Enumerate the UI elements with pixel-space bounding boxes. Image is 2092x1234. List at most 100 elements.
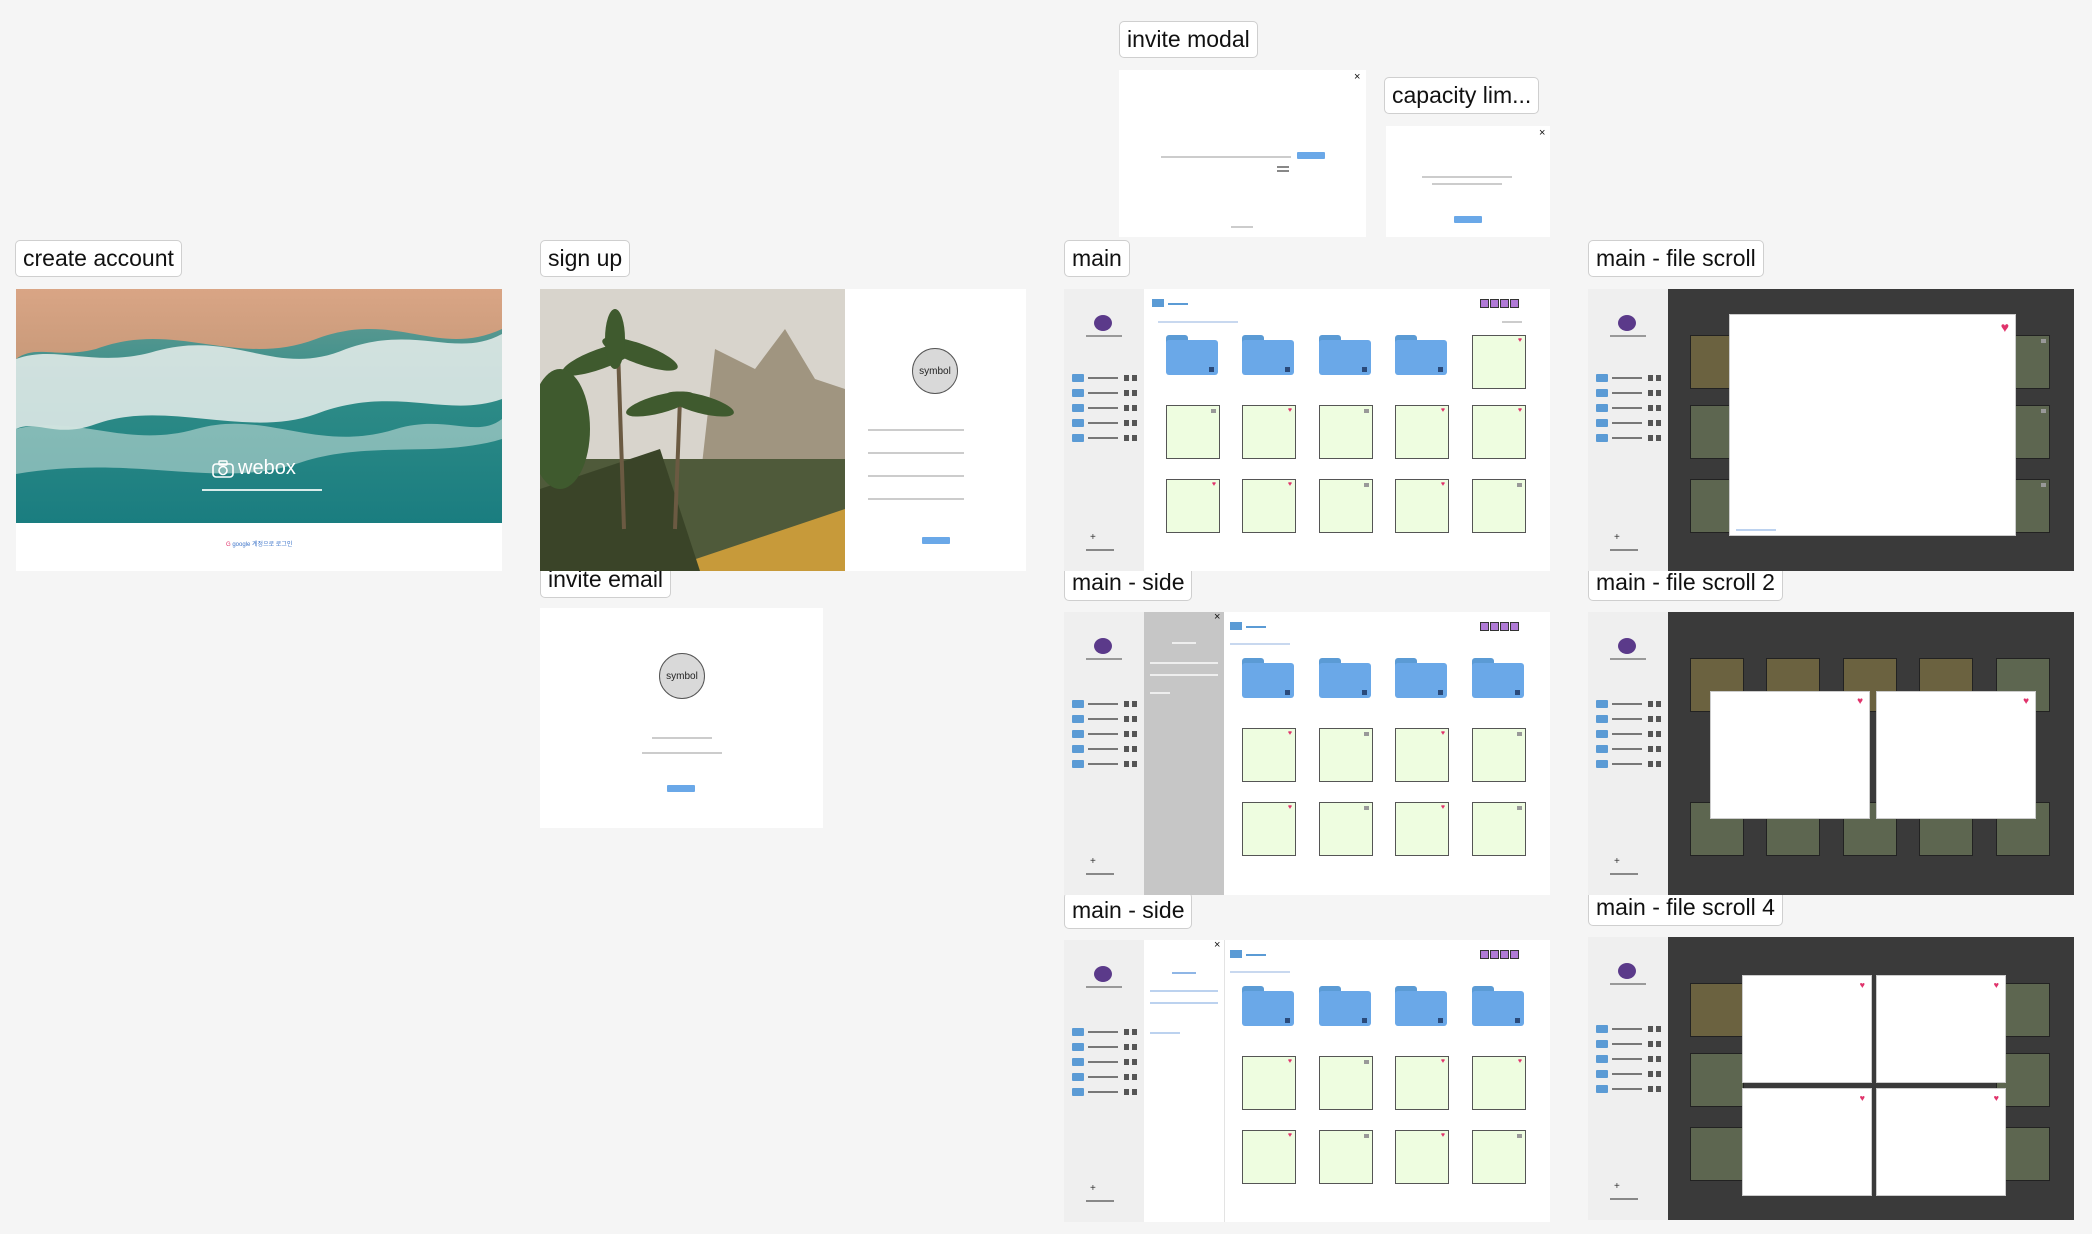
folder-item[interactable] [1395, 335, 1447, 375]
capacity-ok-button[interactable] [1454, 216, 1482, 223]
trash-icon[interactable] [1656, 731, 1661, 737]
sidebar-item[interactable] [1072, 389, 1138, 397]
trash-icon[interactable] [1132, 1044, 1137, 1050]
accept-invite-button[interactable] [667, 785, 695, 792]
topbar-button[interactable] [1490, 622, 1499, 631]
photo-card[interactable] [1472, 479, 1526, 533]
copy-icon[interactable] [1648, 746, 1653, 752]
heart-outline-icon[interactable] [1517, 806, 1522, 810]
sidebar-item[interactable] [1596, 434, 1662, 442]
sidebar-item[interactable] [1596, 730, 1662, 738]
trash-icon[interactable] [1132, 1089, 1137, 1095]
close-icon-capacity[interactable]: × [1539, 127, 1545, 139]
heart-outline-icon[interactable] [2041, 483, 2046, 487]
photo-card[interactable] [1319, 1130, 1373, 1184]
copy-icon[interactable] [1124, 761, 1129, 767]
photo-card[interactable] [1690, 1127, 1744, 1181]
heart-icon[interactable]: ♥ [1441, 1058, 1445, 1066]
sidebar-item[interactable] [1072, 1043, 1138, 1051]
heart-icon[interactable]: ♥ [1518, 337, 1522, 345]
copy-icon[interactable] [1648, 390, 1653, 396]
photo-card[interactable]: ♥ [1472, 405, 1526, 459]
heart-icon[interactable]: ♥ [2001, 319, 2009, 335]
trash-icon[interactable] [1132, 731, 1137, 737]
heart-icon[interactable]: ♥ [1860, 980, 1865, 990]
file-preview[interactable]: ♥ [1876, 1088, 2006, 1196]
heart-icon[interactable]: ♥ [1860, 1093, 1865, 1103]
heart-icon[interactable]: ♥ [1518, 1058, 1522, 1066]
close-icon-side-2[interactable]: × [1214, 940, 1220, 951]
topbar-button[interactable] [1490, 950, 1499, 959]
photo-card[interactable] [1319, 405, 1373, 459]
folder-item[interactable] [1395, 658, 1447, 698]
file-preview[interactable]: ♥ [1876, 975, 2006, 1083]
sort-select[interactable] [1502, 321, 1522, 323]
copy-icon[interactable] [1648, 420, 1653, 426]
heart-icon[interactable]: ♥ [1994, 1093, 1999, 1103]
trash-icon[interactable] [1656, 716, 1661, 722]
breadcrumb[interactable] [1246, 954, 1266, 956]
invite-send-button[interactable] [1297, 152, 1325, 159]
folder-item[interactable] [1166, 335, 1218, 375]
copy-icon[interactable] [1124, 405, 1129, 411]
heart-icon[interactable]: ♥ [1441, 481, 1445, 489]
sidebar-item[interactable] [1072, 1073, 1138, 1081]
heart-icon[interactable]: ♥ [1288, 730, 1292, 738]
folder-item[interactable] [1319, 986, 1371, 1026]
trash-icon[interactable] [1132, 375, 1137, 381]
topbar-button[interactable] [1490, 299, 1499, 308]
topbar-button[interactable] [1500, 299, 1509, 308]
heart-icon[interactable]: ♥ [1518, 407, 1522, 415]
heart-icon[interactable]: ♥ [1441, 804, 1445, 812]
folder-item[interactable] [1472, 658, 1524, 698]
trash-icon[interactable] [1656, 701, 1661, 707]
sidebar-item[interactable] [1072, 730, 1138, 738]
heart-icon[interactable]: ♥ [1994, 980, 1999, 990]
copy-icon[interactable] [1648, 405, 1653, 411]
folder-item[interactable] [1319, 658, 1371, 698]
trash-icon[interactable] [1656, 746, 1661, 752]
email-field[interactable] [868, 452, 964, 454]
topbar-button[interactable] [1500, 950, 1509, 959]
copy-icon[interactable] [1124, 435, 1129, 441]
copy-icon[interactable] [1648, 1086, 1653, 1092]
copy-icon[interactable] [1124, 731, 1129, 737]
copy-icon[interactable] [1124, 420, 1129, 426]
copy-icon[interactable] [1648, 731, 1653, 737]
sidebar-item[interactable] [1596, 1040, 1662, 1048]
photo-card[interactable]: ♥ [1242, 728, 1296, 782]
heart-icon[interactable]: ♥ [1288, 407, 1292, 415]
trash-icon[interactable] [1656, 420, 1661, 426]
add-album-icon[interactable]: + [1090, 1183, 1096, 1194]
copy-icon[interactable] [1648, 375, 1653, 381]
heart-outline-icon[interactable] [1364, 409, 1369, 413]
trash-icon[interactable] [1132, 1074, 1137, 1080]
copy-icon[interactable] [1648, 701, 1653, 707]
photo-card[interactable]: ♥ [1242, 1056, 1296, 1110]
folder-item[interactable] [1242, 986, 1294, 1026]
file-preview[interactable]: ♥ [1729, 314, 2016, 536]
password-confirm-field[interactable] [868, 498, 964, 500]
sidebar-item[interactable] [1072, 760, 1138, 768]
trash-icon[interactable] [1656, 1041, 1661, 1047]
photo-card[interactable] [1319, 479, 1373, 533]
copy-icon[interactable] [1648, 1071, 1653, 1077]
trash-icon[interactable] [1656, 761, 1661, 767]
heart-outline-icon[interactable] [2041, 339, 2046, 343]
sidebar-item[interactable] [1072, 700, 1138, 708]
photo-card[interactable]: ♥ [1242, 479, 1296, 533]
sidebar-item[interactable] [1072, 715, 1138, 723]
sidebar-item[interactable] [1072, 404, 1138, 412]
copy-icon[interactable] [1648, 1026, 1653, 1032]
heart-icon[interactable]: ♥ [1441, 730, 1445, 738]
photo-card[interactable]: ♥ [1395, 802, 1449, 856]
folder-item[interactable] [1395, 986, 1447, 1026]
copy-icon[interactable] [1124, 701, 1129, 707]
sidebar-item[interactable] [1596, 1085, 1662, 1093]
trash-icon[interactable] [1656, 1056, 1661, 1062]
photo-card[interactable] [1319, 802, 1373, 856]
sidebar-item[interactable] [1596, 389, 1662, 397]
photo-card[interactable] [1472, 728, 1526, 782]
file-preview[interactable]: ♥ [1742, 1088, 1872, 1196]
folder-item[interactable] [1319, 335, 1371, 375]
